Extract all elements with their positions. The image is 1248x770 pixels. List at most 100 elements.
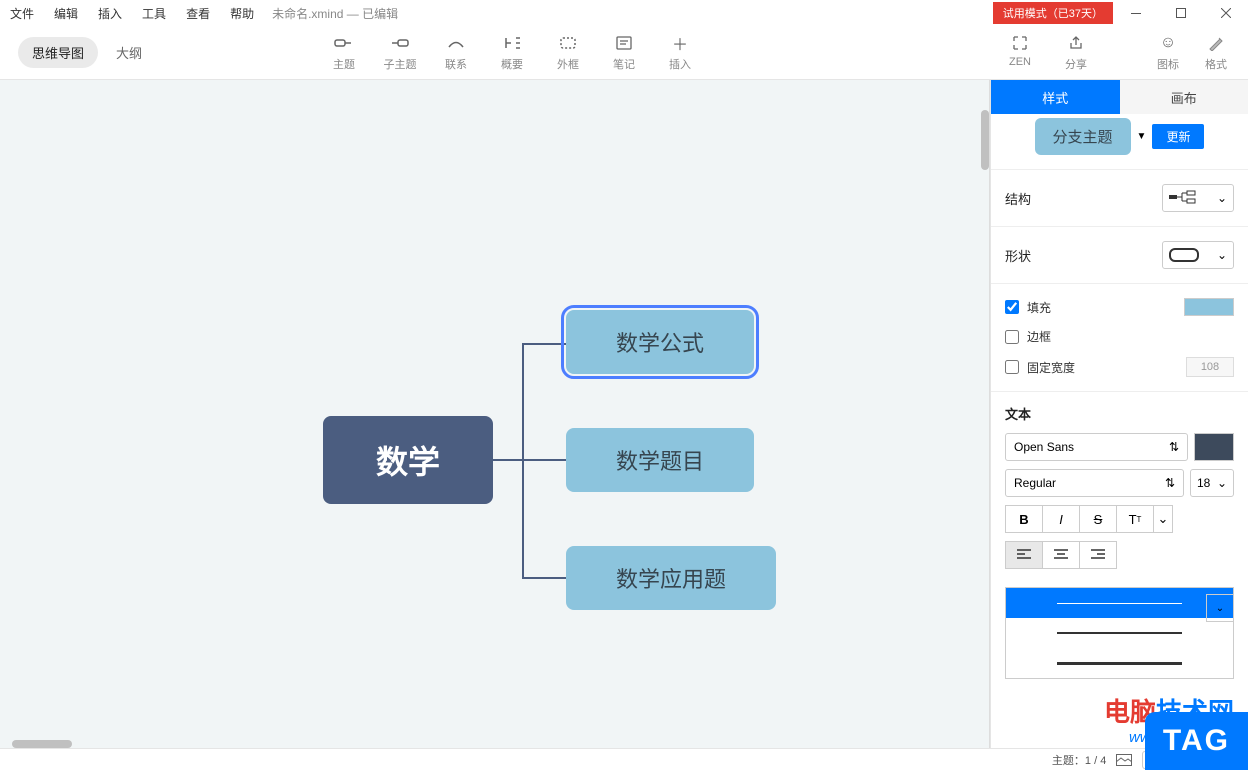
toolbar-format-group: ☺ 图标 格式 <box>1144 29 1248 76</box>
text-section-label: 文本 <box>991 392 1248 429</box>
view-tabs: 思维导图 大纲 <box>0 37 156 68</box>
shape-preview-icon <box>1169 248 1199 262</box>
topic-button[interactable]: 主题 <box>316 29 372 76</box>
fixed-width-checkbox[interactable] <box>1005 360 1019 374</box>
topic-preview: 分支主题 <box>1035 118 1131 155</box>
menubar: 文件 编辑 插入 工具 查看 帮助 未命名.xmind — 已编辑 试用模式（已… <box>0 0 1248 26</box>
topic-icon <box>334 33 354 53</box>
updown-icon: ⇅ <box>1169 440 1179 454</box>
structure-select[interactable]: ⌄ <box>1162 184 1234 212</box>
update-style-button[interactable]: 更新 <box>1152 124 1204 149</box>
notes-button[interactable]: 笔记 <box>596 29 652 76</box>
share-icon <box>1068 33 1084 53</box>
summary-button[interactable]: 概要 <box>484 29 540 76</box>
tab-outline[interactable]: 大纲 <box>102 37 156 68</box>
smiley-icon: ☺ <box>1160 33 1176 53</box>
plus-icon: ＋ <box>672 33 688 53</box>
central-topic[interactable]: 数学 <box>323 416 493 504</box>
vertical-scrollbar[interactable] <box>981 110 989 170</box>
child-topic-1[interactable]: 数学公式 <box>566 310 754 374</box>
align-right-button[interactable] <box>1079 541 1117 569</box>
fill-label: 填充 <box>1027 299 1051 316</box>
zoom-level[interactable]: 150% ⌄ <box>1198 754 1238 766</box>
menu-file[interactable]: 文件 <box>0 1 44 26</box>
strikethrough-button[interactable]: S <box>1079 505 1117 533</box>
line-style-thin[interactable] <box>1006 588 1233 618</box>
boundary-button[interactable]: 外框 <box>540 29 596 76</box>
maximize-button[interactable] <box>1158 0 1203 26</box>
line-style-dropdown[interactable] <box>1005 587 1234 679</box>
structure-label: 结构 <box>1005 189 1031 208</box>
zoom-in-button[interactable]: + <box>1170 751 1188 769</box>
menu-help[interactable]: 帮助 <box>220 1 264 26</box>
menu-edit[interactable]: 编辑 <box>44 1 88 26</box>
relation-icon <box>446 33 466 53</box>
align-center-button[interactable] <box>1042 541 1080 569</box>
main-area: 数学 数学公式 数学题目 数学应用题 样式 画布 分支主题 ▼ 更新 结构 ⌄ … <box>0 80 1248 748</box>
preview-dropdown-caret[interactable]: ▼ <box>1137 131 1147 142</box>
toolbar-main-group: 主题 子主题 联系 概要 外框 笔记 ＋ 插入 <box>316 29 708 76</box>
text-case-button[interactable]: TT <box>1116 505 1154 533</box>
subtopic-icon <box>390 33 410 53</box>
fill-checkbox[interactable] <box>1005 300 1019 314</box>
font-weight-select[interactable]: Regular⇅ <box>1005 469 1184 497</box>
tab-mindmap[interactable]: 思维导图 <box>18 37 98 68</box>
format-icon <box>1208 33 1224 53</box>
chevron-down-icon: ⌄ <box>1217 476 1227 490</box>
map-overview-button[interactable] <box>1116 754 1132 766</box>
toolbar-right-group: ZEN 分享 <box>992 29 1104 76</box>
menu-insert[interactable]: 插入 <box>88 1 132 26</box>
line-style-thick[interactable] <box>1006 648 1233 678</box>
font-size-select[interactable]: 18⌄ <box>1190 469 1234 497</box>
topic-count: 主题：1 / 4 <box>1052 752 1106 768</box>
minimize-button[interactable] <box>1113 0 1158 26</box>
shape-label: 形状 <box>1005 246 1031 265</box>
notes-icon <box>615 33 633 53</box>
bold-button[interactable]: B <box>1005 505 1043 533</box>
chevron-down-icon: ⌄ <box>1217 248 1227 262</box>
zen-button[interactable]: ZEN <box>992 29 1048 76</box>
width-input[interactable] <box>1186 357 1234 377</box>
font-family-select[interactable]: Open Sans⇅ <box>1005 433 1188 461</box>
zoom-out-button[interactable]: − <box>1142 751 1160 769</box>
chevron-down-icon: ⌄ <box>1230 754 1238 765</box>
shape-select[interactable]: ⌄ <box>1162 241 1234 269</box>
share-button[interactable]: 分享 <box>1048 29 1104 76</box>
child-topic-3[interactable]: 数学应用题 <box>566 546 776 610</box>
boundary-icon <box>558 33 578 53</box>
document-title: 未命名.xmind — 已编辑 <box>272 5 398 22</box>
border-checkbox[interactable] <box>1005 330 1019 344</box>
italic-button[interactable]: I <box>1042 505 1080 533</box>
menu-tools[interactable]: 工具 <box>132 1 176 26</box>
line-more-caret[interactable]: ⌄ <box>1206 594 1234 622</box>
side-panel: 样式 画布 分支主题 ▼ 更新 结构 ⌄ 形状 ⌄ 填充 <box>990 80 1248 748</box>
tab-canvas[interactable]: 画布 <box>1120 80 1248 114</box>
summary-icon <box>502 33 522 53</box>
text-color-swatch[interactable] <box>1194 433 1234 461</box>
fill-color-swatch[interactable] <box>1184 298 1234 316</box>
line-style-medium[interactable] <box>1006 618 1233 648</box>
horizontal-scrollbar[interactable] <box>12 740 72 748</box>
text-style-group: B I S TT ⌄ <box>991 501 1248 537</box>
menu-view[interactable]: 查看 <box>176 1 220 26</box>
zen-icon <box>1012 33 1028 53</box>
align-left-button[interactable] <box>1005 541 1043 569</box>
canvas[interactable]: 数学 数学公式 数学题目 数学应用题 <box>0 80 990 748</box>
structure-icon <box>1169 190 1197 207</box>
window-controls <box>1113 0 1248 26</box>
toolbar: 思维导图 大纲 主题 子主题 联系 概要 外框 笔记 ＋ 插入 <box>0 26 1248 80</box>
child-topic-2[interactable]: 数学题目 <box>566 428 754 492</box>
text-align-group <box>991 537 1248 579</box>
trial-mode-badge[interactable]: 试用模式（已37天） <box>993 2 1113 24</box>
fixed-width-label: 固定宽度 <box>1027 359 1075 376</box>
border-label: 边框 <box>1027 328 1051 345</box>
subtopic-button[interactable]: 子主题 <box>372 29 428 76</box>
close-button[interactable] <box>1203 0 1248 26</box>
text-style-more[interactable]: ⌄ <box>1153 505 1173 533</box>
format-button[interactable]: 格式 <box>1192 29 1240 76</box>
iconlib-button[interactable]: ☺ 图标 <box>1144 29 1192 76</box>
tab-style[interactable]: 样式 <box>991 80 1120 114</box>
updown-icon: ⇅ <box>1165 476 1175 490</box>
relation-button[interactable]: 联系 <box>428 29 484 76</box>
insert-button[interactable]: ＋ 插入 <box>652 29 708 76</box>
